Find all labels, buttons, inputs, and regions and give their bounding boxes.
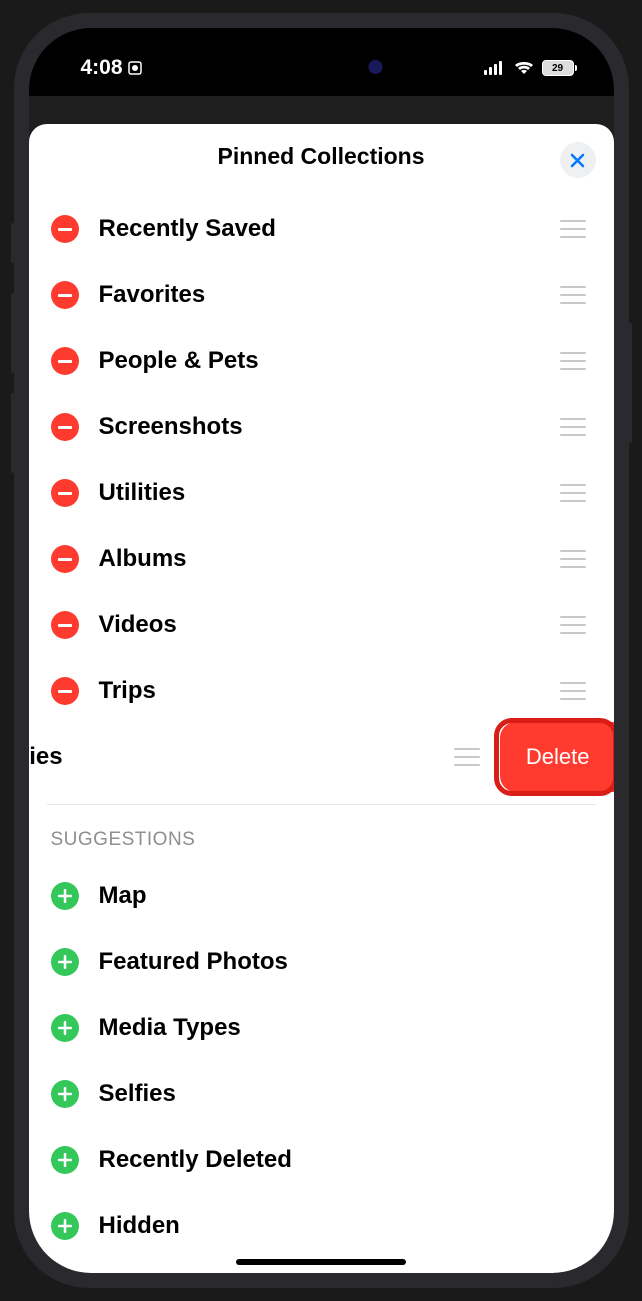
sheet-header: Pinned Collections: [29, 124, 614, 188]
add-icon[interactable]: [51, 1080, 79, 1108]
item-label: Screenshots: [99, 413, 540, 441]
sheet-title: Pinned Collections: [217, 143, 424, 170]
add-icon[interactable]: [51, 1212, 79, 1240]
item-label: Albums: [99, 545, 540, 573]
home-indicator[interactable]: [236, 1259, 406, 1265]
drag-handle-icon[interactable]: [560, 484, 586, 502]
list-item[interactable]: Videos: [29, 592, 614, 658]
list-item[interactable]: Selfies: [29, 1061, 614, 1127]
item-label: Recently Deleted: [99, 1146, 586, 1174]
remove-icon[interactable]: [51, 347, 79, 375]
pinned-list: Recently Saved Favorites People & Pets S…: [29, 188, 614, 1267]
drag-handle-icon[interactable]: [560, 220, 586, 238]
item-label: Map: [99, 882, 586, 910]
item-label: Trips: [99, 677, 540, 705]
drag-handle-icon[interactable]: [560, 682, 586, 700]
battery-icon: 29: [542, 60, 574, 76]
list-item[interactable]: Trips: [29, 658, 614, 724]
close-icon: [570, 153, 585, 168]
list-item[interactable]: People & Pets: [29, 328, 614, 394]
remove-icon[interactable]: [51, 545, 79, 573]
drag-handle-icon[interactable]: [560, 352, 586, 370]
drag-handle-icon[interactable]: [560, 286, 586, 304]
add-icon[interactable]: [51, 1014, 79, 1042]
item-label: Videos: [99, 611, 540, 639]
item-label: Recently Saved: [99, 215, 540, 243]
add-icon[interactable]: [51, 1146, 79, 1174]
list-item[interactable]: Recently Deleted: [29, 1127, 614, 1193]
remove-icon[interactable]: [51, 281, 79, 309]
list-item[interactable]: Screenshots: [29, 394, 614, 460]
item-label: Utilities: [99, 479, 540, 507]
remove-icon[interactable]: [51, 215, 79, 243]
list-item[interactable]: Hidden: [29, 1193, 614, 1259]
screen-recording-icon: [127, 60, 143, 76]
item-label: Media Types: [99, 1014, 586, 1042]
list-item[interactable]: Featured Photos: [29, 929, 614, 995]
add-icon[interactable]: [51, 948, 79, 976]
status-time: 4:08: [81, 56, 123, 80]
phone-frame: 4:08 29: [14, 13, 629, 1288]
drag-handle-icon[interactable]: [454, 748, 480, 766]
item-label: Featured Photos: [99, 948, 586, 976]
item-label: People & Pets: [99, 347, 540, 375]
item-label: emories: [29, 743, 454, 771]
remove-icon[interactable]: [51, 413, 79, 441]
remove-icon[interactable]: [51, 677, 79, 705]
remove-icon[interactable]: [51, 611, 79, 639]
list-item-swiped[interactable]: emories Delete: [29, 724, 614, 790]
list-item[interactable]: Utilities: [29, 460, 614, 526]
wifi-icon: [514, 60, 534, 76]
list-item[interactable]: Media Types: [29, 995, 614, 1061]
drag-handle-icon[interactable]: [560, 616, 586, 634]
list-item[interactable]: Recently Saved: [29, 196, 614, 262]
item-label: Hidden: [99, 1212, 586, 1240]
drag-handle-icon[interactable]: [560, 550, 586, 568]
dynamic-island: [244, 46, 399, 88]
list-item[interactable]: Map: [29, 863, 614, 929]
list-item[interactable]: Favorites: [29, 262, 614, 328]
item-label: Favorites: [99, 281, 540, 309]
close-button[interactable]: [560, 142, 596, 178]
screen: 4:08 29: [29, 28, 614, 1273]
modal-sheet: Pinned Collections Recently Saved Favori…: [29, 124, 614, 1273]
section-header: SUGGESTIONS: [29, 805, 614, 863]
delete-button[interactable]: Delete: [500, 722, 614, 792]
cellular-icon: [484, 61, 506, 75]
list-item[interactable]: Albums: [29, 526, 614, 592]
remove-icon[interactable]: [51, 479, 79, 507]
add-icon[interactable]: [51, 882, 79, 910]
drag-handle-icon[interactable]: [560, 418, 586, 436]
item-label: Selfies: [99, 1080, 586, 1108]
